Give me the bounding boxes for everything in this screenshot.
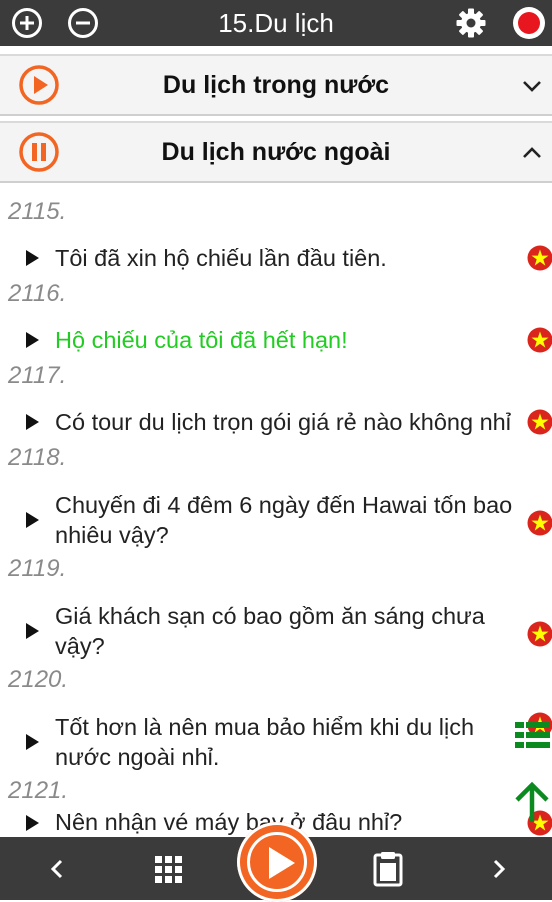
item-text[interactable]: Có tour du lịch trọn gói giá rẻ nào khôn…: [55, 407, 527, 437]
chevron-right-icon[interactable]: [478, 849, 518, 889]
chevron-down-icon[interactable]: [520, 74, 544, 98]
item-text-line-2[interactable]: nhiêu vậy?: [55, 520, 535, 550]
zoom-in-icon[interactable]: [11, 7, 43, 39]
item-text-line-1[interactable]: Tốt hơn là nên mua bảo hiểm khi du lịch: [55, 712, 535, 742]
vietnam-flag-icon[interactable]: [527, 409, 552, 435]
section-header-foreign[interactable]: Du lịch nước ngoài: [0, 121, 552, 183]
play-icon[interactable]: [26, 623, 39, 639]
play-icon[interactable]: [26, 332, 39, 348]
list-item[interactable]: 2117. Có tour du lịch trọn gói giá rẻ nà…: [0, 362, 552, 432]
section-title: Du lịch trong nước: [60, 56, 492, 114]
vietnam-flag-icon[interactable]: [527, 510, 552, 536]
item-number: 2120.: [8, 666, 68, 694]
play-icon[interactable]: [26, 414, 39, 430]
main-play-button[interactable]: [237, 822, 317, 902]
pause-circle-icon[interactable]: [18, 131, 60, 173]
item-text-line-2[interactable]: nước ngoài nhỉ.: [55, 742, 535, 772]
play-icon[interactable]: [26, 250, 39, 266]
chevron-left-icon[interactable]: [38, 849, 78, 889]
zoom-out-icon[interactable]: [67, 7, 99, 39]
play-icon[interactable]: [247, 832, 307, 892]
vietnam-flag-icon[interactable]: [527, 327, 552, 353]
list-item[interactable]: 2118. Chuyến đi 4 đêm 6 ngày đến Hawai t…: [0, 444, 552, 544]
item-number: 2118.: [8, 444, 66, 472]
chevron-up-icon[interactable]: [520, 141, 544, 165]
item-text-line-2[interactable]: vậy?: [55, 631, 535, 661]
clipboard-icon[interactable]: [368, 849, 408, 889]
grid-icon[interactable]: [148, 849, 188, 889]
play-icon[interactable]: [26, 815, 39, 831]
play-icon[interactable]: [26, 512, 39, 528]
play-icon[interactable]: [26, 734, 39, 750]
section-title: Du lịch nước ngoài: [60, 123, 492, 181]
item-number: 2119.: [8, 555, 66, 583]
list-item[interactable]: 2116. Hộ chiếu của tôi đã hết hạn!: [0, 280, 552, 350]
list-item[interactable]: 2119. Giá khách sạn có bao gồm ăn sáng c…: [0, 555, 552, 655]
gear-icon[interactable]: [455, 7, 487, 39]
phrase-list: 2115. Tôi đã xin hộ chiếu lần đầu tiên. …: [0, 182, 552, 837]
item-text[interactable]: Hộ chiếu của tôi đã hết hạn!: [55, 325, 535, 355]
list-item[interactable]: 2115. Tôi đã xin hộ chiếu lần đầu tiên.: [0, 198, 552, 268]
play-circle-icon[interactable]: [18, 64, 60, 106]
item-number: 2117.: [8, 362, 66, 390]
item-text-line-1[interactable]: Chuyến đi 4 đêm 6 ngày đến Hawai tốn bao: [55, 490, 535, 520]
item-text[interactable]: Tôi đã xin hộ chiếu lần đầu tiên.: [55, 243, 535, 273]
list-item[interactable]: 2120. Tốt hơn là nên mua bảo hiểm khi du…: [0, 666, 552, 766]
vietnam-flag-icon[interactable]: [527, 621, 552, 647]
scroll-to-top-icon[interactable]: [514, 782, 550, 822]
list-view-icon[interactable]: [515, 720, 551, 752]
vietnam-flag-icon[interactable]: [527, 245, 552, 271]
app-bar: 15.Du lịch: [0, 0, 552, 46]
item-number: 2115.: [8, 198, 66, 226]
record-icon[interactable]: [512, 6, 546, 40]
item-text-line-1[interactable]: Giá khách sạn có bao gồm ăn sáng chưa: [55, 601, 535, 631]
section-header-domestic[interactable]: Du lịch trong nước: [0, 54, 552, 116]
item-number: 2121.: [8, 777, 68, 805]
item-number: 2116.: [8, 280, 66, 308]
